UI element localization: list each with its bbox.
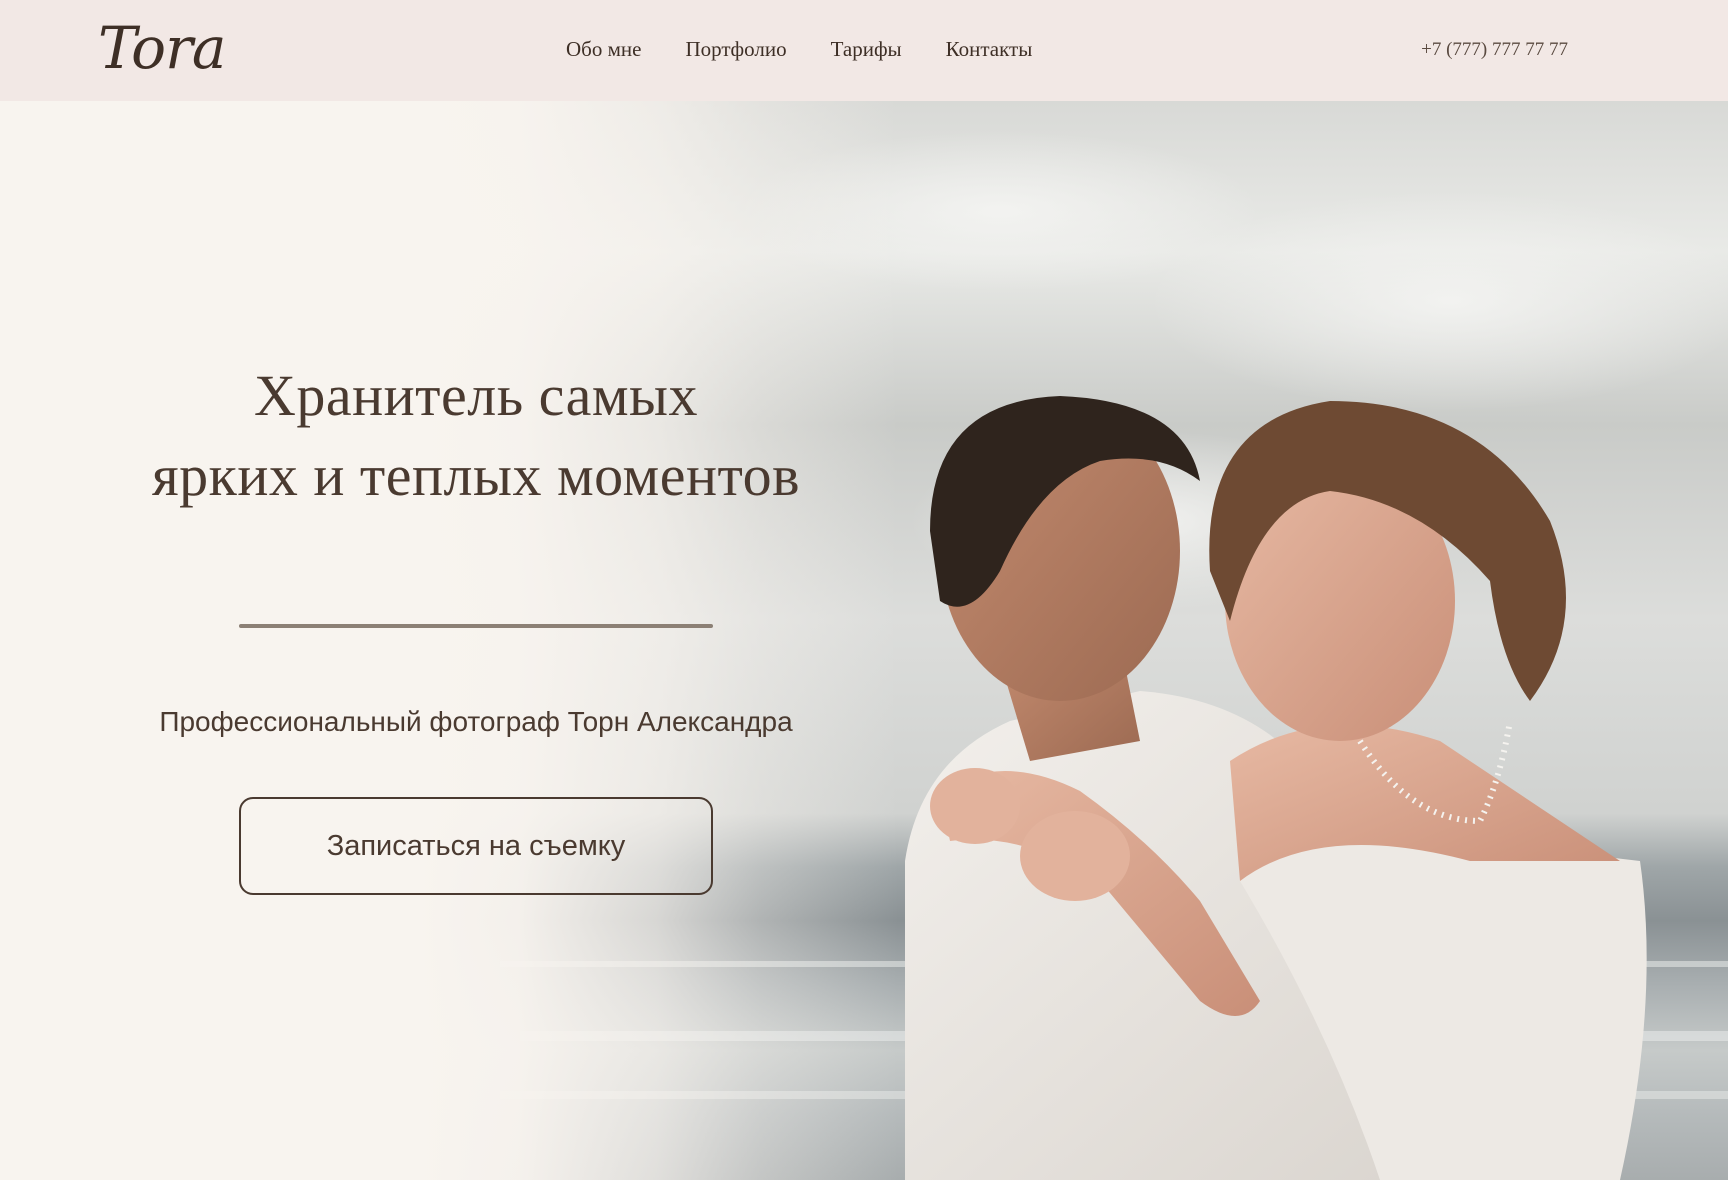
nav-item-pricing[interactable]: Тарифы — [831, 34, 902, 64]
logo[interactable]: Tora — [98, 8, 226, 88]
hero-title-line-2: ярких и теплых моментов — [151, 443, 801, 508]
site-header: Tora Обо мне Портфолио Тарифы Контакты +… — [0, 0, 1728, 101]
main-nav: Обо мне Портфолио Тарифы Контакты — [566, 34, 1032, 64]
book-session-button[interactable]: Записаться на съемку — [239, 797, 713, 895]
nav-item-portfolio[interactable]: Портфолио — [685, 34, 786, 64]
nav-item-contacts[interactable]: Контакты — [946, 34, 1033, 64]
hero-divider — [239, 624, 713, 628]
hero-subtitle: Профессиональный фотограф Торн Александр… — [159, 706, 793, 737]
hero-section: Хранитель самых ярких и теплых моментов … — [0, 101, 1728, 1180]
nav-item-about[interactable]: Обо мне — [566, 34, 641, 64]
hero-content: Хранитель самых ярких и теплых моментов … — [96, 356, 856, 895]
hero-title: Хранитель самых ярких и теплых моментов — [96, 356, 856, 516]
hero-title-line-1: Хранитель самых — [253, 363, 699, 428]
phone-number[interactable]: +7 (777) 777 77 77 — [1421, 36, 1568, 64]
